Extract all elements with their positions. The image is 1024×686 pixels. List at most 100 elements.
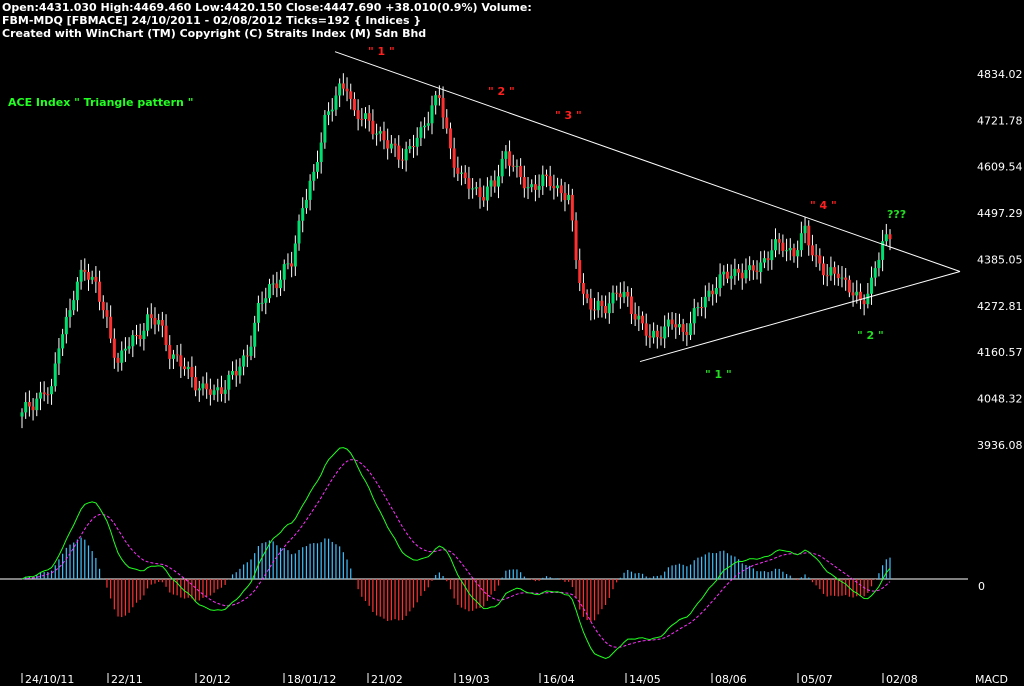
candle-body — [194, 377, 198, 391]
candle-body — [533, 184, 537, 190]
wave-annotation: " 2 " — [857, 329, 884, 342]
candle-body — [729, 275, 733, 279]
candle-body — [873, 268, 877, 278]
candle-body — [722, 271, 726, 275]
candle-body — [404, 148, 408, 161]
candle-body — [659, 337, 663, 339]
candle-body — [327, 111, 331, 115]
candle-body — [64, 316, 68, 335]
candle-body — [157, 320, 161, 325]
candle-body — [301, 208, 305, 221]
candle-body — [360, 118, 364, 120]
candle-body — [448, 128, 452, 149]
candle-body — [670, 319, 674, 325]
wave-annotation: " 1 " — [705, 368, 732, 381]
macd-label: MACD — [975, 673, 1008, 686]
candle-body — [530, 184, 534, 188]
candle-body — [371, 120, 375, 135]
candle-body — [423, 125, 427, 128]
candle-body — [519, 165, 523, 178]
candle-body — [681, 324, 685, 332]
triangle-lower-line — [639, 271, 961, 363]
candle-body — [814, 255, 818, 257]
candle-body — [426, 123, 430, 126]
x-tick-label: 14/05 — [629, 673, 661, 686]
candle-body — [90, 276, 94, 280]
candle-body — [267, 284, 271, 299]
candle-body — [312, 171, 316, 181]
candle-body — [61, 334, 65, 349]
candle-body — [279, 279, 283, 289]
candle-body — [607, 303, 611, 314]
candle-body — [792, 248, 796, 257]
candle-body — [275, 283, 279, 289]
candle-body — [733, 268, 737, 276]
candle-body — [50, 386, 54, 395]
candle-body — [408, 146, 412, 149]
candle-body — [744, 270, 748, 279]
candle-body — [179, 355, 183, 367]
y-tick-label: 4272.81 — [977, 300, 1023, 313]
candle-body — [27, 402, 31, 407]
candle-body — [105, 310, 109, 317]
candle-body — [796, 250, 800, 257]
candle-body — [201, 383, 205, 389]
x-tick-label: 21/02 — [371, 673, 403, 686]
candle-body — [663, 326, 667, 339]
candle-body — [123, 348, 127, 351]
y-tick-label: 4385.05 — [977, 254, 1023, 267]
x-tick-label: 22/11 — [111, 673, 143, 686]
candle-body — [762, 258, 766, 263]
candle-body — [249, 346, 253, 356]
candle-body — [622, 291, 626, 298]
candle-body — [485, 186, 489, 201]
candle-body — [589, 298, 593, 310]
candle-body — [544, 174, 548, 177]
candle-body — [685, 331, 689, 336]
price-chart: " 1 " " 2 " " 3 " " 4 "??? " 1 " " 2 " 4834.0… — [0, 45, 1023, 686]
candle-body — [526, 187, 530, 189]
candle-body — [725, 271, 729, 279]
candle-body — [825, 275, 829, 277]
candle-body — [474, 187, 478, 189]
candle-body — [412, 146, 416, 148]
candle-body — [338, 83, 342, 96]
candle-body — [216, 387, 220, 391]
candle-body — [290, 263, 294, 267]
candle-body — [20, 412, 24, 417]
candle-body — [456, 167, 460, 174]
candle-body — [866, 293, 870, 305]
candle-body — [541, 174, 545, 186]
candle-body — [256, 303, 260, 323]
candle-body — [655, 330, 659, 338]
candle-body — [574, 220, 578, 261]
candle-body — [434, 95, 438, 106]
candle-body — [884, 234, 888, 242]
candle-body — [397, 145, 401, 160]
candle-body — [72, 300, 76, 311]
candle-body — [419, 127, 423, 138]
candle-body — [810, 245, 814, 256]
candle-body — [618, 293, 622, 298]
candle-body — [330, 109, 334, 112]
candle-body — [46, 394, 50, 396]
candle-body — [109, 316, 113, 339]
candle-body — [183, 366, 187, 370]
candle-body — [522, 177, 526, 189]
candle-body — [833, 267, 837, 274]
candle-body — [870, 277, 874, 294]
candle-body — [197, 388, 201, 391]
candle-body — [441, 97, 445, 118]
candle-body — [212, 390, 216, 395]
candle-body — [146, 314, 150, 331]
candle-body — [253, 322, 257, 347]
candle-body — [356, 110, 360, 119]
candle-body — [707, 290, 711, 297]
candle-body — [400, 159, 404, 161]
candle-body — [445, 117, 449, 129]
candle-body — [349, 91, 353, 99]
candle-body — [223, 389, 227, 394]
wave-annotation: " 2 " — [488, 85, 515, 98]
candle-body — [308, 180, 312, 200]
wave-annotation: " 1 " — [368, 45, 395, 58]
